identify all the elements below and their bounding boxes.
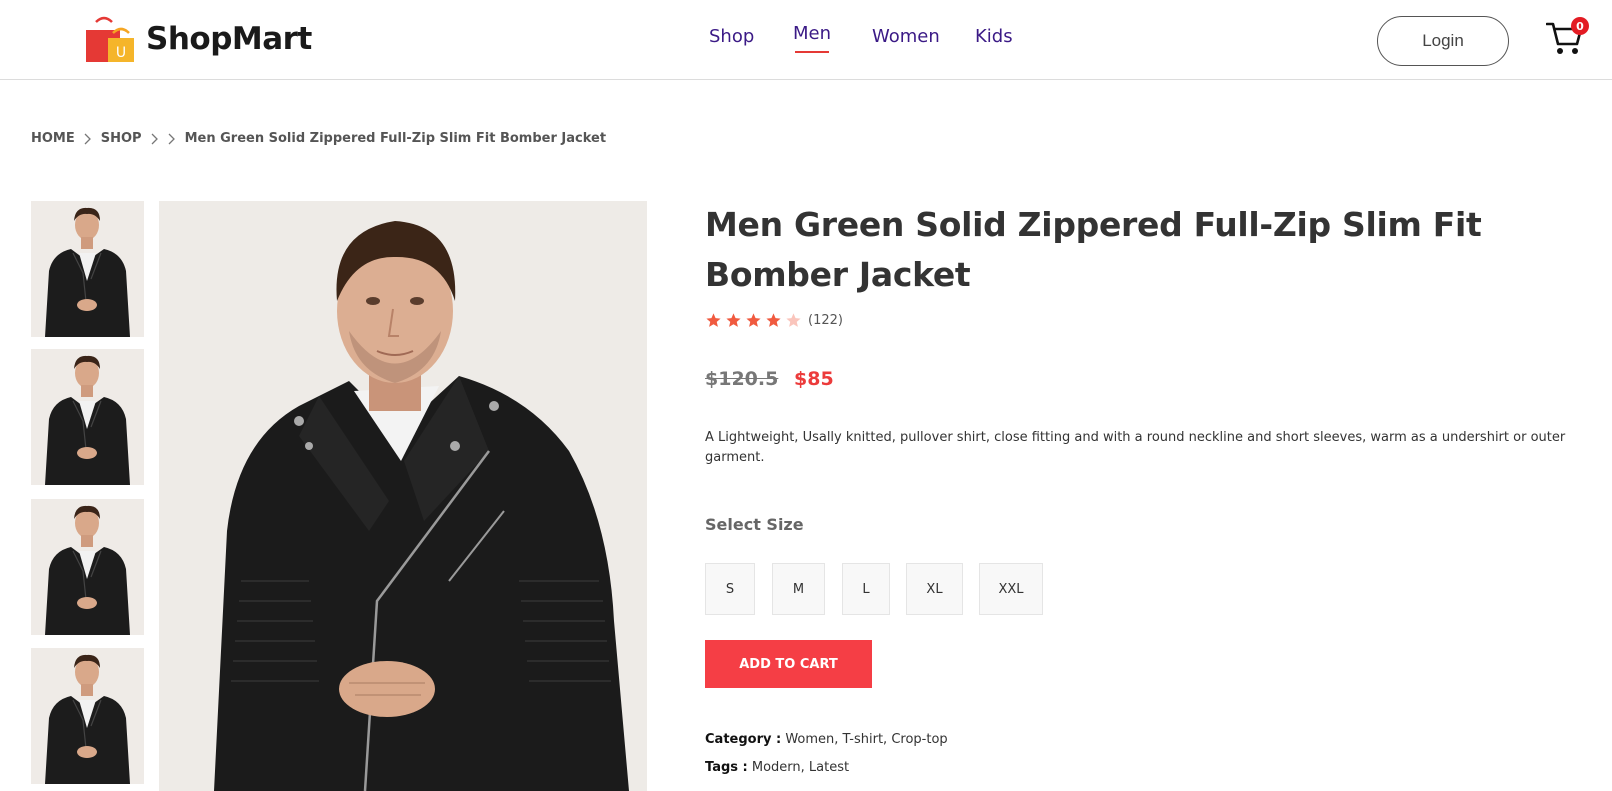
product-thumbnail[interactable] [31,648,144,784]
nav-item-kids[interactable]: Kids [975,26,1013,47]
cart-count-badge: 0 [1571,17,1589,35]
size-option-m[interactable]: M [772,563,825,615]
site-header: U ShopMart Shop Men Women Kids Login 0 [0,0,1612,80]
product-description: A Lightweight, Usally knitted, pullover … [705,430,1566,465]
tags-label: Tags : [705,760,748,775]
star-icon [786,313,801,327]
product-thumbnail[interactable] [31,349,144,485]
review-count[interactable]: (122) [808,313,843,328]
product-title: Men Green Solid Zippered Full-Zip Slim F… [705,205,1482,294]
product-category: Category : Women, T-shirt, Crop-top [705,732,948,747]
nav-item-women[interactable]: Women [872,26,940,47]
add-to-cart-button[interactable]: ADD TO CART [705,640,872,688]
main-nav: Shop Men Women Kids [0,23,1612,56]
breadcrumb-shop[interactable]: SHOP [101,131,142,146]
tag-values[interactable]: Modern, Latest [752,760,849,775]
product-main-image [159,201,647,791]
product-tags: Tags : Modern, Latest [705,760,849,775]
sale-price: $85 [794,368,834,390]
star-icon [766,313,781,327]
breadcrumb: HOME SHOP Men Green Solid Zippered Full-… [31,131,606,146]
rating-stars [705,312,805,329]
original-price: $120.5 [705,368,779,390]
chevron-right-icon [168,133,176,145]
size-option-s[interactable]: S [705,563,755,615]
size-label: Select Size [705,515,804,534]
category-values[interactable]: Women, T-shirt, Crop-top [785,732,947,747]
size-option-l[interactable]: L [842,563,890,615]
nav-item-shop[interactable]: Shop [709,26,754,47]
chevron-right-icon [84,133,92,145]
breadcrumb-current: Men Green Solid Zippered Full-Zip Slim F… [184,131,607,146]
category-label: Category : [705,732,782,747]
size-option-xxl[interactable]: XXL [979,563,1043,615]
product-thumbnail[interactable] [31,499,144,635]
chevron-right-icon [151,133,159,145]
star-icon [706,313,721,327]
nav-item-men[interactable]: Men [793,23,831,53]
size-option-xl[interactable]: XL [906,563,963,615]
login-button[interactable]: Login [1377,16,1509,66]
product-thumbnail[interactable] [31,201,144,337]
star-icon [726,313,741,327]
star-icon [746,313,761,327]
product-rating: (122) [705,312,843,329]
breadcrumb-home[interactable]: HOME [31,131,75,146]
